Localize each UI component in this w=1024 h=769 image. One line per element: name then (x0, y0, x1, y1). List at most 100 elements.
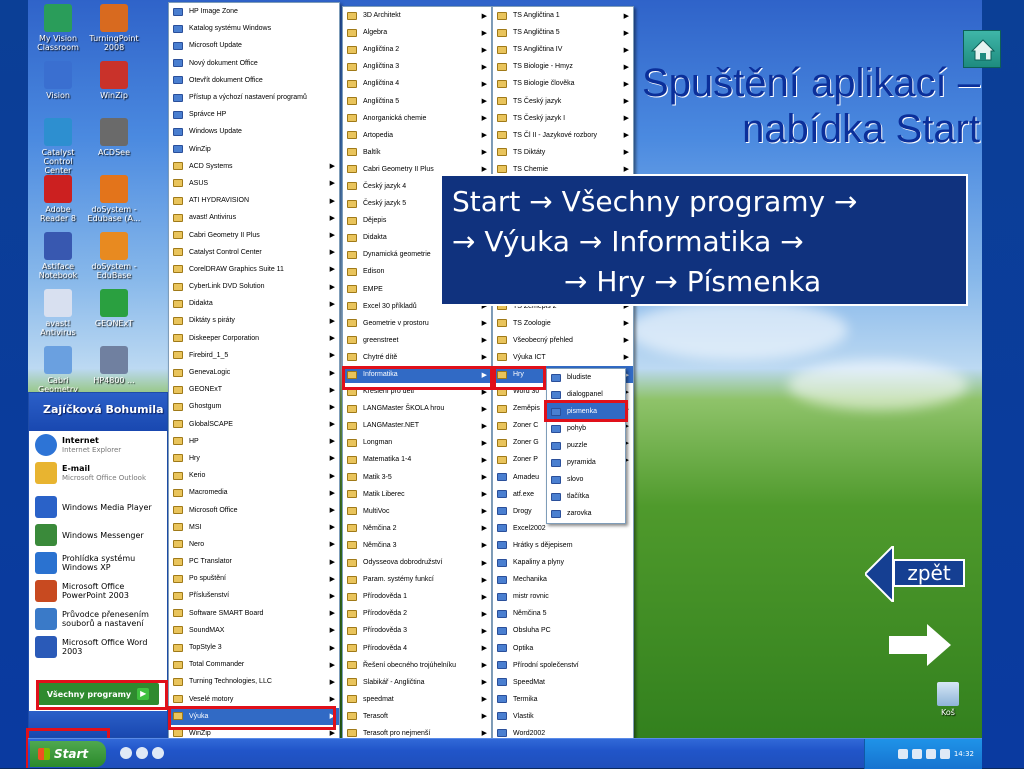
menu-item[interactable]: Hry ▶ (169, 450, 339, 467)
recent-program[interactable]: Microsoft Office PowerPoint 2003 (29, 577, 167, 605)
menu-item[interactable]: Přístup a výchozí nastavení programů (169, 89, 339, 106)
menu-item[interactable]: Otevřít dokument Office (169, 72, 339, 89)
desktop-icon[interactable]: My Vision Classroom (30, 4, 86, 52)
menu-item[interactable]: PC Translator ▶ (169, 553, 339, 570)
menu-item[interactable]: slovo (547, 471, 625, 488)
tray-icon[interactable] (939, 749, 950, 759)
menu-item[interactable]: GlobalSCAPE ▶ (169, 416, 339, 433)
desktop-icon[interactable]: Catalyst Control Center (30, 118, 86, 175)
menu-item[interactable]: Mechanika (493, 571, 633, 588)
menu-item[interactable]: mistr rovnic (493, 588, 633, 605)
menu-item[interactable]: CorelDRAW Graphics Suite 11 ▶ (169, 261, 339, 278)
menu-item[interactable]: MultiVoc ▶ (343, 503, 491, 520)
menu-item[interactable]: Microsoft Office ▶ (169, 501, 339, 518)
menu-item[interactable]: Němčina 3 ▶ (343, 537, 491, 554)
start-menu-internet[interactable]: Internet Internet Explorer (29, 431, 167, 459)
menu-item[interactable]: Výuka ICT ▶ (493, 349, 633, 366)
menu-item[interactable]: Všeobecný přehled ▶ (493, 332, 633, 349)
menu-item[interactable]: Diskeeper Corporation ▶ (169, 330, 339, 347)
menu-item[interactable]: speedmat ▶ (343, 691, 491, 708)
desktop-icon[interactable]: WinZip (86, 61, 142, 100)
menu-item[interactable]: Slabikář - Angličtina ▶ (343, 674, 491, 691)
menu-item[interactable]: Kapaliny a plyny (493, 554, 633, 571)
desktop-icon[interactable]: doSystem - EduBase (86, 232, 142, 280)
tray-icon[interactable] (925, 749, 936, 759)
menu-item[interactable]: ACD Systems ▶ (169, 158, 339, 175)
menu-item[interactable]: Hrátky s dějepisem (493, 537, 633, 554)
menu-item[interactable]: Turning Technologies, LLC ▶ (169, 673, 339, 690)
menu-item[interactable]: Výuka ▶ (169, 707, 339, 725)
menu-item[interactable]: pyramida (547, 454, 625, 471)
menu-item[interactable]: Nový dokument Office (169, 55, 339, 72)
menu-item[interactable]: Baltík ▶ (343, 144, 491, 161)
menu-item[interactable]: Informatika ▶ (343, 365, 491, 384)
menu-item[interactable]: Diktáty s piráty ▶ (169, 312, 339, 329)
menu-item[interactable]: Matik Liberec ▶ (343, 486, 491, 503)
menu-item[interactable]: Termika (493, 691, 633, 708)
recent-program[interactable]: Windows Media Player (29, 493, 167, 521)
back-button[interactable]: zpět (893, 559, 965, 587)
menu-item[interactable]: Software SMART Board ▶ (169, 605, 339, 622)
recent-program[interactable]: Prohlídka systému Windows XP (29, 549, 167, 577)
menu-item[interactable]: greenstreet ▶ (343, 332, 491, 349)
menu-item[interactable]: CyberLink DVD Solution ▶ (169, 278, 339, 295)
menu-item[interactable]: ASUS ▶ (169, 175, 339, 192)
menu-item[interactable]: tlačítka (547, 488, 625, 505)
menu-item[interactable]: ATI HYDRAVISION ▶ (169, 192, 339, 209)
start-button[interactable]: Start (30, 741, 106, 767)
menu-item[interactable]: Anorganická chemie ▶ (343, 110, 491, 127)
menu-item[interactable]: GenevaLogic ▶ (169, 364, 339, 381)
menu-item[interactable]: Přírodní společenství (493, 657, 633, 674)
menu-item[interactable]: Cabri Geometry II Plus ▶ (169, 226, 339, 243)
menu-item[interactable]: Obsluha PC (493, 622, 633, 639)
desktop-icon[interactable]: Astiface Notebook (30, 232, 86, 280)
menu-item[interactable]: TopStyle 3 ▶ (169, 639, 339, 656)
menu-item[interactable]: Ghostgum ▶ (169, 398, 339, 415)
menu-item[interactable]: HP Image Zone (169, 3, 339, 20)
quick-launch-icon[interactable] (136, 747, 148, 759)
menu-item[interactable]: Angličtina 2 ▶ (343, 41, 491, 58)
menu-item[interactable]: zarovka (547, 505, 625, 522)
menu-item[interactable]: Chytré dítě ▶ (343, 349, 491, 366)
desktop-icon[interactable]: avast! Antivirus (30, 289, 86, 337)
menu-item[interactable]: Řešení obecného trojúhelníku ▶ (343, 657, 491, 674)
menu-item[interactable]: HP ▶ (169, 433, 339, 450)
menu-item[interactable]: LANGMaster ŠKOLA hrou ▶ (343, 400, 491, 417)
home-button[interactable] (963, 30, 1001, 68)
menu-item[interactable]: Total Commander ▶ (169, 656, 339, 673)
tray-icon[interactable] (897, 749, 908, 759)
menu-item[interactable]: Angličtina 4 ▶ (343, 75, 491, 92)
menu-item[interactable]: TS Angličtina 1 ▶ (493, 7, 633, 24)
menu-item[interactable]: Macromedia ▶ (169, 484, 339, 501)
menu-item[interactable]: Terasoft ▶ (343, 708, 491, 725)
menu-item[interactable]: Správce HP (169, 106, 339, 123)
menu-item[interactable]: Veselé motory ▶ (169, 691, 339, 708)
menu-item[interactable]: Katalog systému Windows (169, 20, 339, 37)
menu-item[interactable]: Po spuštění ▶ (169, 570, 339, 587)
tray-icon[interactable] (911, 749, 922, 759)
menu-item[interactable]: Angličtina 3 ▶ (343, 58, 491, 75)
menu-item[interactable]: Algebra ▶ (343, 24, 491, 41)
menu-item[interactable]: pohyb (547, 420, 625, 437)
recent-program[interactable]: Průvodce přenesením souborů a nastavení (29, 605, 167, 633)
menu-item[interactable]: 3D Architekt ▶ (343, 7, 491, 24)
menu-item[interactable]: GEONExT ▶ (169, 381, 339, 398)
menu-item[interactable]: Matematika 1-4 ▶ (343, 451, 491, 468)
desktop-icon[interactable]: TurningPoint 2008 (86, 4, 142, 52)
menu-item[interactable]: SpeedMat (493, 674, 633, 691)
menu-item[interactable]: bludiste (547, 369, 625, 386)
menu-item[interactable]: Didakta ▶ (169, 295, 339, 312)
all-programs-button[interactable]: Všechny programy ▶ (37, 683, 159, 705)
menu-item[interactable]: TS Angličtina 5 ▶ (493, 24, 633, 41)
menu-item[interactable]: Přírodověda 4 ▶ (343, 639, 491, 656)
desktop-icon[interactable]: ACDSee (86, 118, 142, 157)
desktop-icon[interactable]: doSystem - Edubase (A... (86, 175, 142, 223)
menu-item[interactable]: Vlastik (493, 708, 633, 725)
menu-item[interactable]: Přírodověda 3 ▶ (343, 622, 491, 639)
start-menu-email[interactable]: E-mail Microsoft Office Outlook (29, 459, 167, 487)
desktop-icon[interactable]: HP4800 ... (86, 346, 142, 385)
menu-item[interactable]: Geometrie v prostoru ▶ (343, 315, 491, 332)
menu-item[interactable]: pismenka (547, 403, 625, 420)
menu-item[interactable]: Windows Update (169, 123, 339, 140)
menu-item[interactable]: SoundMAX ▶ (169, 622, 339, 639)
